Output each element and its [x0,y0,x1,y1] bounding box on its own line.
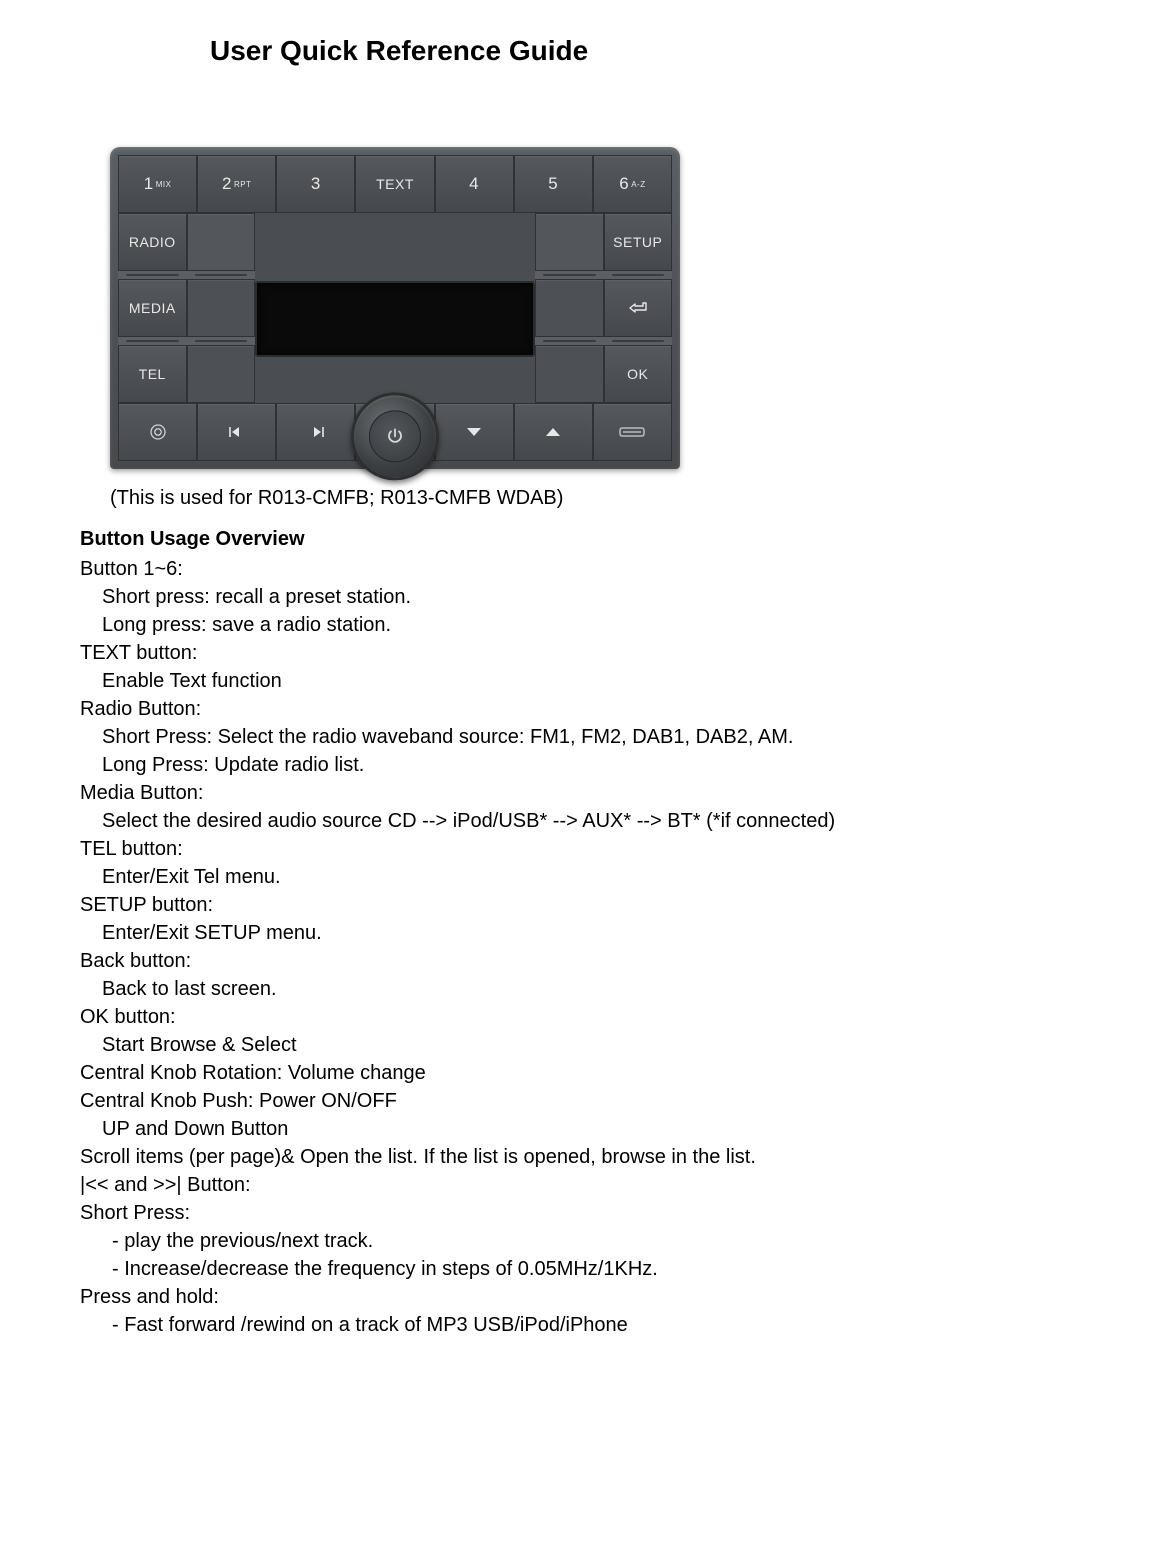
preset-6-sub: A-Z [631,180,645,189]
central-knob[interactable] [355,403,434,461]
line: |<< and >>| Button: [80,1171,1093,1199]
target-icon [148,422,168,442]
preset-1-sub: MIX [156,180,172,189]
body-text: Button 1~6: Short press: recall a preset… [80,555,1093,1339]
preset-4-button[interactable]: 4 [435,155,514,213]
line: SETUP button: [80,891,1093,919]
line: Central Knob Rotation: Volume change [80,1059,1093,1087]
divider [604,337,673,345]
line: TEL button: [80,835,1093,863]
power-icon [385,426,405,446]
line: Short press: recall a preset station. [80,583,1093,611]
divider [118,271,187,279]
section-title: Button Usage Overview [80,528,1093,551]
setup-button-label: SETUP [613,234,662,250]
line: Short Press: [80,1199,1093,1227]
divider [535,337,604,345]
line: Back to last screen. [80,975,1093,1003]
prev-track-button[interactable] [197,403,276,461]
next-track-button[interactable] [276,403,355,461]
preset-5-button[interactable]: 5 [514,155,593,213]
radio-button[interactable]: RADIO [118,213,187,271]
line: Enable Text function [80,667,1093,695]
blank-cell [187,345,256,403]
line: Button 1~6: [80,555,1093,583]
skip-forward-icon [306,425,326,439]
skip-back-icon [227,425,247,439]
preset-3-num: 3 [311,174,321,194]
target-button[interactable] [118,403,197,461]
preset-2-sub: RPT [234,180,252,189]
preset-5-num: 5 [548,174,558,194]
up-button[interactable] [514,403,593,461]
preset-row: 1MIX 2RPT 3 TEXT 4 5 6A-Z [118,155,672,213]
line: - Increase/decrease the frequency in ste… [80,1255,1093,1283]
setup-button[interactable]: SETUP [604,213,673,271]
cd-slot-icon [618,425,646,439]
radio-button-label: RADIO [129,234,176,250]
triangle-down-icon [465,426,483,438]
radio-faceplate: 1MIX 2RPT 3 TEXT 4 5 6A-Z RADIO MEDIA TE… [110,147,680,469]
down-button[interactable] [435,403,514,461]
blank-cell [187,213,256,271]
triangle-up-icon [544,426,562,438]
ok-button-label: OK [627,366,648,382]
text-button[interactable]: TEXT [355,155,434,213]
preset-3-button[interactable]: 3 [276,155,355,213]
media-button[interactable]: MEDIA [118,279,187,337]
ok-button[interactable]: OK [604,345,673,403]
line: Media Button: [80,779,1093,807]
line: Radio Button: [80,695,1093,723]
preset-6-button[interactable]: 6A-Z [593,155,672,213]
line: Press and hold: [80,1283,1093,1311]
line: - Fast forward /rewind on a track of MP3… [80,1311,1093,1339]
blank-cell [535,213,604,271]
page-title: User Quick Reference Guide [210,35,1093,67]
preset-6-num: 6 [619,174,629,194]
tel-button[interactable]: TEL [118,345,187,403]
text-button-label: TEXT [376,176,414,192]
line: Enter/Exit Tel menu. [80,863,1093,891]
line: Enter/Exit SETUP menu. [80,919,1093,947]
media-button-label: MEDIA [129,300,176,316]
line: UP and Down Button [80,1115,1093,1143]
blank-cell [535,345,604,403]
line: TEXT button: [80,639,1093,667]
line: Start Browse & Select [80,1031,1093,1059]
preset-2-button[interactable]: 2RPT [197,155,276,213]
back-icon [627,300,649,316]
blank-cell [187,279,256,337]
line: Back button: [80,947,1093,975]
preset-4-num: 4 [469,174,479,194]
divider [187,271,256,279]
screen-area [255,213,535,403]
divider [187,337,256,345]
line: Long press: save a radio station. [80,611,1093,639]
preset-2-num: 2 [222,174,232,194]
line: Select the desired audio source CD --> i… [80,807,1093,835]
line: OK button: [80,1003,1093,1031]
line: Long Press: Update radio list. [80,751,1093,779]
back-button[interactable] [604,279,673,337]
blank-cell [535,279,604,337]
display-screen [255,281,535,357]
line: - play the previous/next track. [80,1227,1093,1255]
divider [118,337,187,345]
preset-1-button[interactable]: 1MIX [118,155,197,213]
divider [535,271,604,279]
line: Short Press: Select the radio waveband s… [80,723,1093,751]
divider [604,271,673,279]
line: Central Knob Push: Power ON/OFF [80,1087,1093,1115]
eject-button[interactable] [593,403,672,461]
preset-1-num: 1 [144,174,154,194]
line: Scroll items (per page)& Open the list. … [80,1143,1093,1171]
models-caption: (This is used for R013-CMFB; R013-CMFB W… [110,487,1093,510]
tel-button-label: TEL [139,366,166,382]
